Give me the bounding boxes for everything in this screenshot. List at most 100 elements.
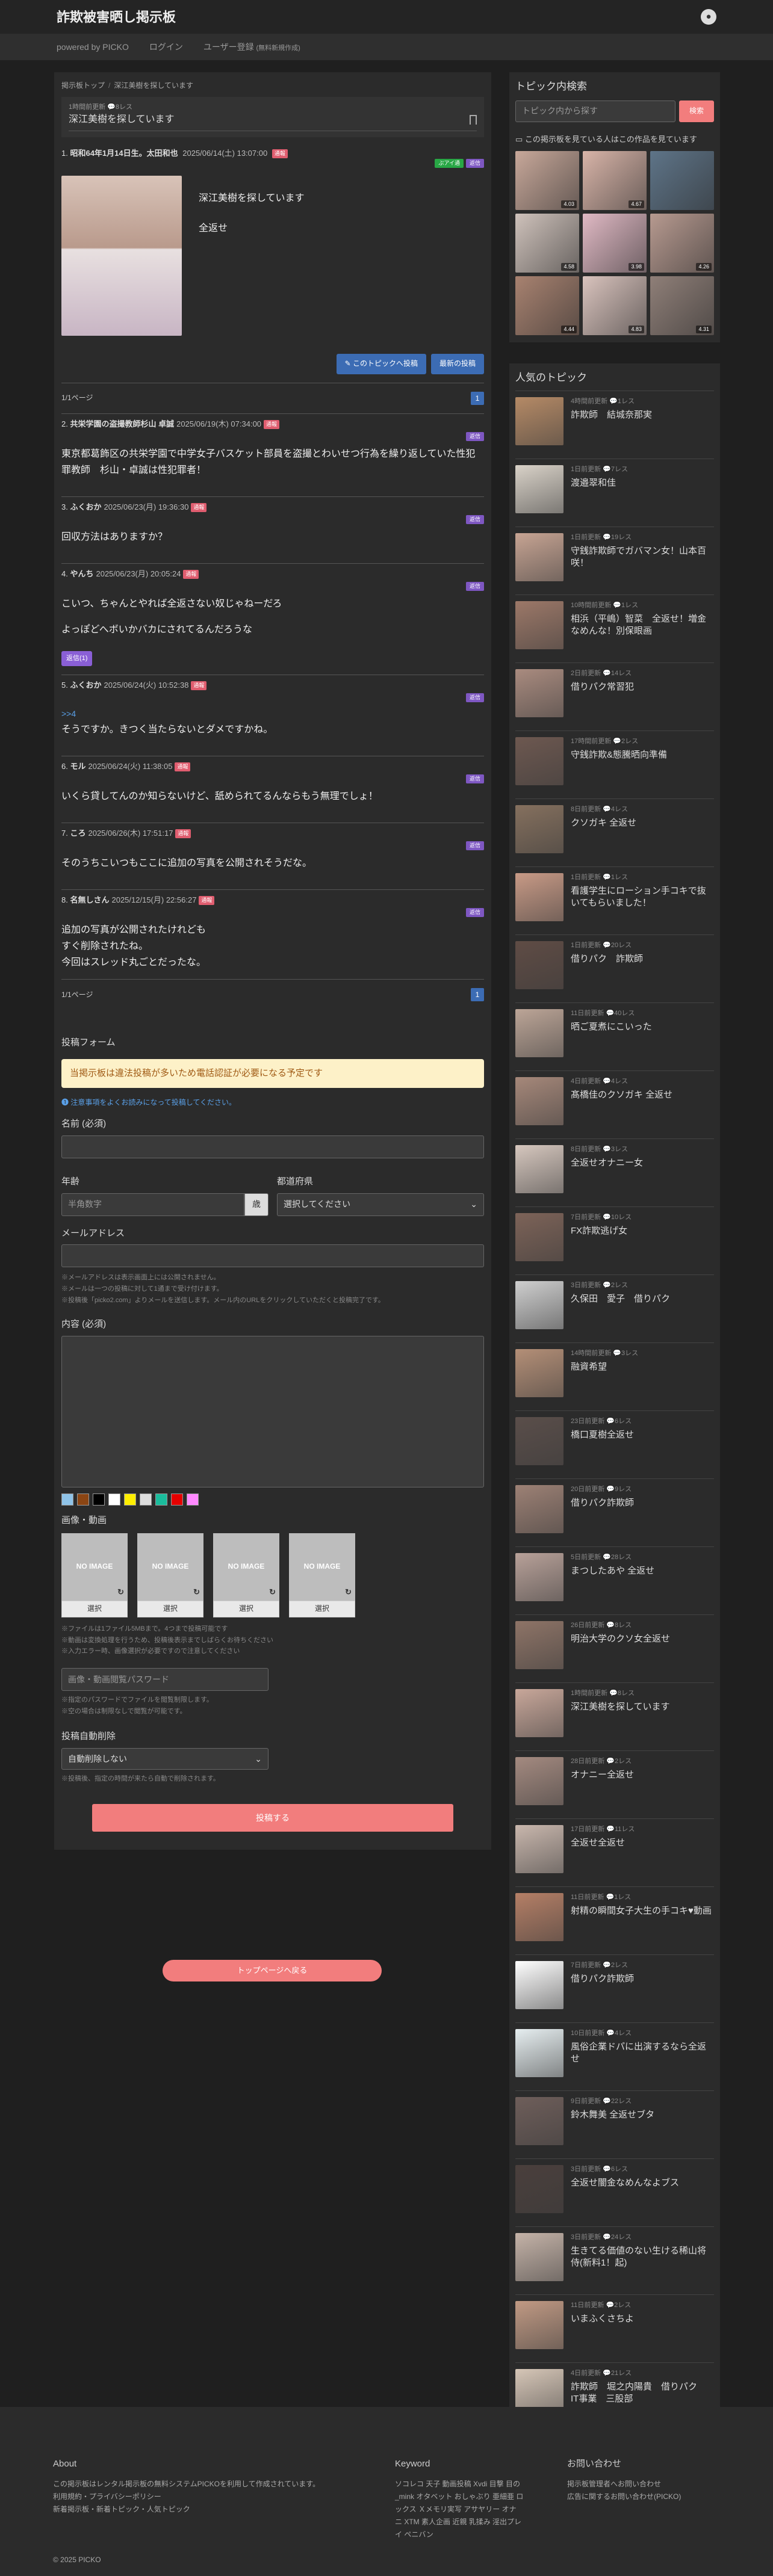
- topic-title-link[interactable]: 看護学生にローション手コキで抜いてもらいました！: [571, 885, 714, 910]
- popular-topic[interactable]: 5日前更新 💬28レス まつしたあや 全返せ: [515, 1547, 714, 1615]
- popular-topic[interactable]: 26日前更新 💬8レス 明治大学のクソ女全返せ: [515, 1615, 714, 1683]
- topic-title-link[interactable]: 橋口夏樹全返せ: [571, 1429, 634, 1441]
- topic-title-link[interactable]: クソガキ 全返せ: [571, 817, 636, 829]
- popular-topic[interactable]: 1日前更新 💬7レス 渡邉翠和佳: [515, 459, 714, 527]
- media-placeholder[interactable]: NO IMAGE ↻: [137, 1533, 203, 1601]
- color-swatch[interactable]: [77, 1493, 89, 1506]
- popular-topic[interactable]: 14時間前更新 💬3レス 融資希望: [515, 1343, 714, 1411]
- topic-title-link[interactable]: 借りパク常習犯: [571, 681, 634, 693]
- work-thumbnail[interactable]: 4.44: [515, 276, 579, 336]
- reply-button[interactable]: 返信: [465, 841, 484, 850]
- color-swatch[interactable]: [124, 1493, 136, 1506]
- page-1-button[interactable]: 1: [471, 988, 484, 1002]
- popular-topic[interactable]: 1日前更新 💬20レス 借りパク 詐欺師: [515, 935, 714, 1003]
- popular-topic[interactable]: 10日前更新 💬4レス 風俗企業ドパに出演するなら全返せ: [515, 2023, 714, 2091]
- footer-link[interactable]: _mink オタベット おしゃぶり 亜細亜 ロ: [395, 2491, 557, 2503]
- report-badge[interactable]: 通報: [175, 762, 191, 771]
- popular-topic[interactable]: 3日前更新 💬6レス 全返せ闇金なめんなよブス: [515, 2159, 714, 2227]
- popular-topic[interactable]: 1日前更新 💬19レス 守銭詐欺師でガバマン女！山本百咲！: [515, 527, 714, 595]
- color-swatch[interactable]: [108, 1493, 120, 1506]
- topic-title-link[interactable]: いまふくさちよ: [571, 2313, 634, 2325]
- media-password-input[interactable]: 画像・動画閲覧パスワード: [61, 1667, 269, 1691]
- topic-title-link[interactable]: 借りパク 詐欺師: [571, 953, 643, 965]
- footer-link[interactable]: 掲示板管理者へお問い合わせ: [567, 2478, 724, 2491]
- footer-link[interactable]: ックス Ｘメモリ実写 アサヤリー オナ: [395, 2503, 557, 2516]
- search-button[interactable]: 検索: [679, 100, 714, 122]
- popular-topic[interactable]: 2日前更新 💬14レス 借りパク常習犯: [515, 663, 714, 731]
- popular-topic[interactable]: 10時間前更新 💬1レス 相浜（平嶋）智菜 全返せ！増金なめんな！別保眼画: [515, 595, 714, 663]
- breadcrumb-home[interactable]: 掲示板トップ: [61, 81, 105, 90]
- topic-title-link[interactable]: 深江美樹を探しています: [571, 1701, 670, 1713]
- topic-title-link[interactable]: 詐欺師 堀之内陽貴 借りパク IT事業 三股部: [571, 2381, 714, 2406]
- topic-title-link[interactable]: 渡邉翠和佳: [571, 477, 628, 489]
- prefecture-select[interactable]: 選択してください ⌄: [277, 1193, 484, 1216]
- footer-link[interactable]: この掲示板はレンタル掲示板の無料システムPICKOを利用して作成されています。: [53, 2478, 378, 2491]
- post-to-topic-button[interactable]: ✎ このトピックへ投稿: [336, 354, 426, 374]
- reply-anchor-link[interactable]: >>4: [61, 707, 484, 721]
- topic-title-link[interactable]: 風俗企業ドパに出演するなら全返せ: [571, 2041, 714, 2066]
- rotate-icon[interactable]: ↻: [269, 1587, 276, 1598]
- select-file-button[interactable]: 選択: [61, 1600, 128, 1617]
- content-textarea[interactable]: [61, 1336, 484, 1488]
- report-badge[interactable]: 通報: [175, 829, 191, 838]
- login-link[interactable]: ログイン: [149, 41, 183, 53]
- email-input[interactable]: [61, 1244, 484, 1268]
- select-file-button[interactable]: 選択: [213, 1600, 279, 1617]
- bookmark-icon[interactable]: [470, 114, 477, 125]
- topic-title-link[interactable]: 借りパク詐欺師: [571, 1497, 634, 1509]
- topic-title-link[interactable]: まつしたあや 全返せ: [571, 1565, 654, 1577]
- op-image[interactable]: [61, 176, 182, 336]
- powered-by-link[interactable]: powered by PICKO: [57, 41, 129, 53]
- reply-button[interactable]: 返信: [465, 158, 484, 168]
- form-note[interactable]: ❶ 注意事項をよくお読みになって投稿してください。: [61, 1098, 484, 1108]
- report-badge[interactable]: 通報: [191, 681, 207, 690]
- topic-title-link[interactable]: 全返せ全返せ: [571, 1837, 635, 1849]
- color-swatch[interactable]: [155, 1493, 167, 1506]
- report-badge[interactable]: 通報: [272, 149, 288, 158]
- report-badge[interactable]: 通報: [191, 503, 207, 513]
- popular-topic[interactable]: 11日前更新 💬2レス いまふくさちよ: [515, 2295, 714, 2363]
- latest-posts-button[interactable]: 最新の投稿: [430, 354, 484, 374]
- work-thumbnail[interactable]: 4.67: [583, 151, 647, 211]
- report-badge[interactable]: 通報: [264, 419, 280, 429]
- media-placeholder[interactable]: NO IMAGE ↻: [289, 1533, 355, 1601]
- footer-link[interactable]: 広告に関するお問い合わせ(PICKO): [567, 2491, 724, 2503]
- popular-topic[interactable]: 3日前更新 💬24レス 生きてる価値のない生ける稀山将侍(新料1！起): [515, 2227, 714, 2295]
- footer-link[interactable]: ニ XTM 素人企画 近親 乳揉み 淫出プレ: [395, 2516, 557, 2528]
- age-input[interactable]: 半角数字: [61, 1193, 244, 1216]
- footer-link[interactable]: イ ペニバン: [395, 2528, 557, 2541]
- popular-topic[interactable]: 8日前更新 💬4レス クソガキ 全返せ: [515, 799, 714, 867]
- popular-topic[interactable]: 28日前更新 💬2レス オナニー全返せ: [515, 1751, 714, 1819]
- popular-topic[interactable]: 1日前更新 💬1レス 看護学生にローション手コキで抜いてもらいました！: [515, 867, 714, 935]
- select-file-button[interactable]: 選択: [137, 1600, 203, 1617]
- color-swatch[interactable]: [140, 1493, 152, 1506]
- popular-topic[interactable]: 23日前更新 💬6レス 橋口夏樹全返せ: [515, 1411, 714, 1479]
- popular-topic[interactable]: 11日前更新 💬40レス 晒ご夏煮にこいった: [515, 1003, 714, 1071]
- topic-title-link[interactable]: 久保田 愛子 借りパク: [571, 1293, 670, 1305]
- popular-topic[interactable]: 3日前更新 💬2レス 久保田 愛子 借りパク: [515, 1275, 714, 1343]
- popular-topic[interactable]: 11日前更新 💬1レス 射精の瞬間女子大生の手コキ♥動画: [515, 1887, 714, 1955]
- work-thumbnail[interactable]: 4.03: [515, 151, 579, 211]
- work-thumbnail[interactable]: [650, 151, 714, 211]
- topic-title-link[interactable]: 鈴木舞美 全返せブタ: [571, 2109, 654, 2121]
- user-icon[interactable]: ●: [701, 9, 716, 25]
- popular-topic[interactable]: 4時間前更新 💬1レス 詐欺師 結城奈那実: [515, 391, 714, 459]
- work-thumbnail[interactable]: 4.26: [650, 214, 714, 273]
- popular-topic[interactable]: 20日前更新 💬9レス 借りパク詐欺師: [515, 1479, 714, 1547]
- name-input[interactable]: [61, 1135, 484, 1158]
- footer-link[interactable]: 利用規約・プライバシーポリシー: [53, 2491, 378, 2503]
- footer-link[interactable]: ソコレコ 天子 動画投稿 Xvdi 目撃 目の: [395, 2478, 557, 2491]
- page-1-button[interactable]: 1: [471, 391, 484, 405]
- register-link[interactable]: ユーザー登録 (無料新規作成): [203, 41, 300, 54]
- rotate-icon[interactable]: ↻: [345, 1587, 352, 1598]
- replies-chip[interactable]: 返信(1): [61, 651, 93, 666]
- reply-button[interactable]: 返信: [465, 582, 484, 591]
- op-tag[interactable]: ぷアイ通: [435, 158, 464, 168]
- report-badge[interactable]: 通報: [199, 895, 215, 905]
- report-badge[interactable]: 通報: [183, 570, 199, 579]
- topic-title-link[interactable]: 髙橋佳のクソガキ 全返せ: [571, 1089, 672, 1101]
- reply-button[interactable]: 返信: [465, 907, 484, 917]
- color-swatch[interactable]: [93, 1493, 105, 1506]
- popular-topic[interactable]: 17日前更新 💬11レス 全返せ全返せ: [515, 1819, 714, 1887]
- topic-title-link[interactable]: 融資希望: [571, 1361, 638, 1373]
